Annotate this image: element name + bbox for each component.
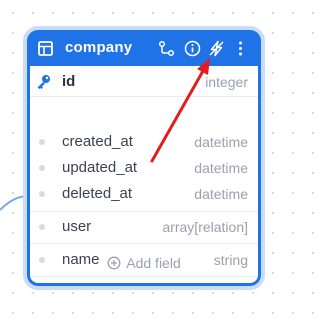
annotation-arrow (150, 58, 210, 163)
